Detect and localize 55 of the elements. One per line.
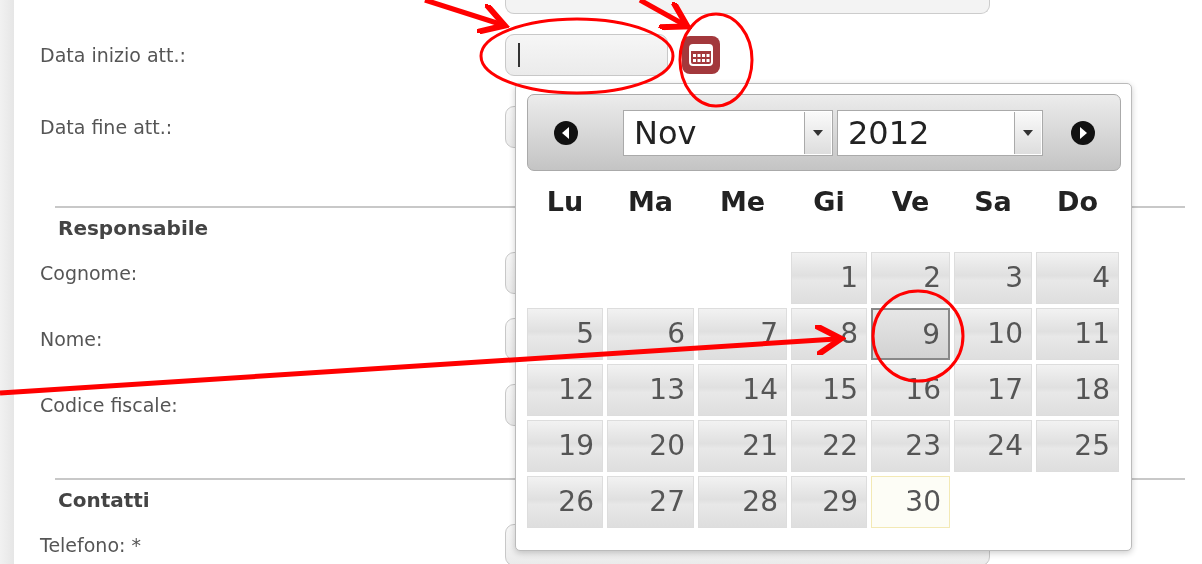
next-icon xyxy=(1070,119,1096,146)
weekday-header: Lu xyxy=(545,185,585,219)
weekday-header: Me xyxy=(718,185,767,219)
field-label: Codice fiscale: xyxy=(40,394,179,416)
section-title: Contatti xyxy=(57,487,150,512)
weekday-header: Do xyxy=(1056,185,1099,219)
field-label: Telefono: * xyxy=(40,534,142,556)
year-select[interactable]: 2012 xyxy=(837,109,1043,156)
calendar-button[interactable] xyxy=(682,36,720,74)
next-month-button[interactable] xyxy=(1070,119,1096,146)
previous-icon xyxy=(553,119,579,146)
annotation-arrow xyxy=(638,0,691,31)
day-cell[interactable]: 30 xyxy=(871,476,950,528)
day-cell[interactable]: 25 xyxy=(1036,420,1119,472)
field-label: Nome: xyxy=(40,328,104,350)
day-cell[interactable]: 4 xyxy=(1036,252,1119,304)
caret-icon xyxy=(813,129,823,136)
day-cell[interactable]: 28 xyxy=(698,476,787,528)
day-cell[interactable]: 6 xyxy=(607,308,694,360)
day-cell[interactable]: 24 xyxy=(954,420,1032,472)
weekday-header: Ve xyxy=(890,185,931,219)
day-cell[interactable]: 11 xyxy=(1036,308,1119,360)
day-cell[interactable]: 3 xyxy=(954,252,1032,304)
field-label: Data inizio att.: xyxy=(40,44,187,66)
day-cell[interactable]: 20 xyxy=(607,420,694,472)
day-cell[interactable]: 29 xyxy=(791,476,867,528)
previous-month-button[interactable] xyxy=(553,119,579,146)
date-field[interactable] xyxy=(505,34,668,76)
day-cell[interactable]: 12 xyxy=(527,364,603,416)
day-cell[interactable]: 5 xyxy=(527,308,603,360)
day-cell[interactable]: 1 xyxy=(791,252,867,304)
day-cell[interactable]: 15 xyxy=(791,364,867,416)
weekday-header: Gi xyxy=(812,185,846,219)
day-cell[interactable]: 10 xyxy=(954,308,1032,360)
day-cell[interactable]: 22 xyxy=(791,420,867,472)
caret-icon xyxy=(1023,129,1033,136)
text-field[interactable] xyxy=(505,0,990,14)
day-cell[interactable]: 9 xyxy=(871,308,950,360)
day-cell[interactable]: 23 xyxy=(871,420,950,472)
weekday-header: Ma xyxy=(626,185,675,219)
day-cell[interactable]: 26 xyxy=(527,476,603,528)
month-select[interactable]: Nov xyxy=(623,109,833,156)
weekday-header: Sa xyxy=(973,185,1013,219)
day-cell[interactable]: 19 xyxy=(527,420,603,472)
day-cell[interactable]: 14 xyxy=(698,364,787,416)
day-cell[interactable]: 2 xyxy=(871,252,950,304)
field-label: Cognome: xyxy=(40,262,139,284)
day-cell[interactable]: 17 xyxy=(954,364,1032,416)
day-cell[interactable]: 21 xyxy=(698,420,787,472)
day-cell[interactable]: 27 xyxy=(607,476,694,528)
calendar-icon xyxy=(689,44,713,66)
field-label: Data fine att.: xyxy=(40,116,174,138)
day-cell[interactable]: 13 xyxy=(607,364,694,416)
day-cell[interactable]: 18 xyxy=(1036,364,1119,416)
section-title: Responsabile xyxy=(57,215,209,240)
